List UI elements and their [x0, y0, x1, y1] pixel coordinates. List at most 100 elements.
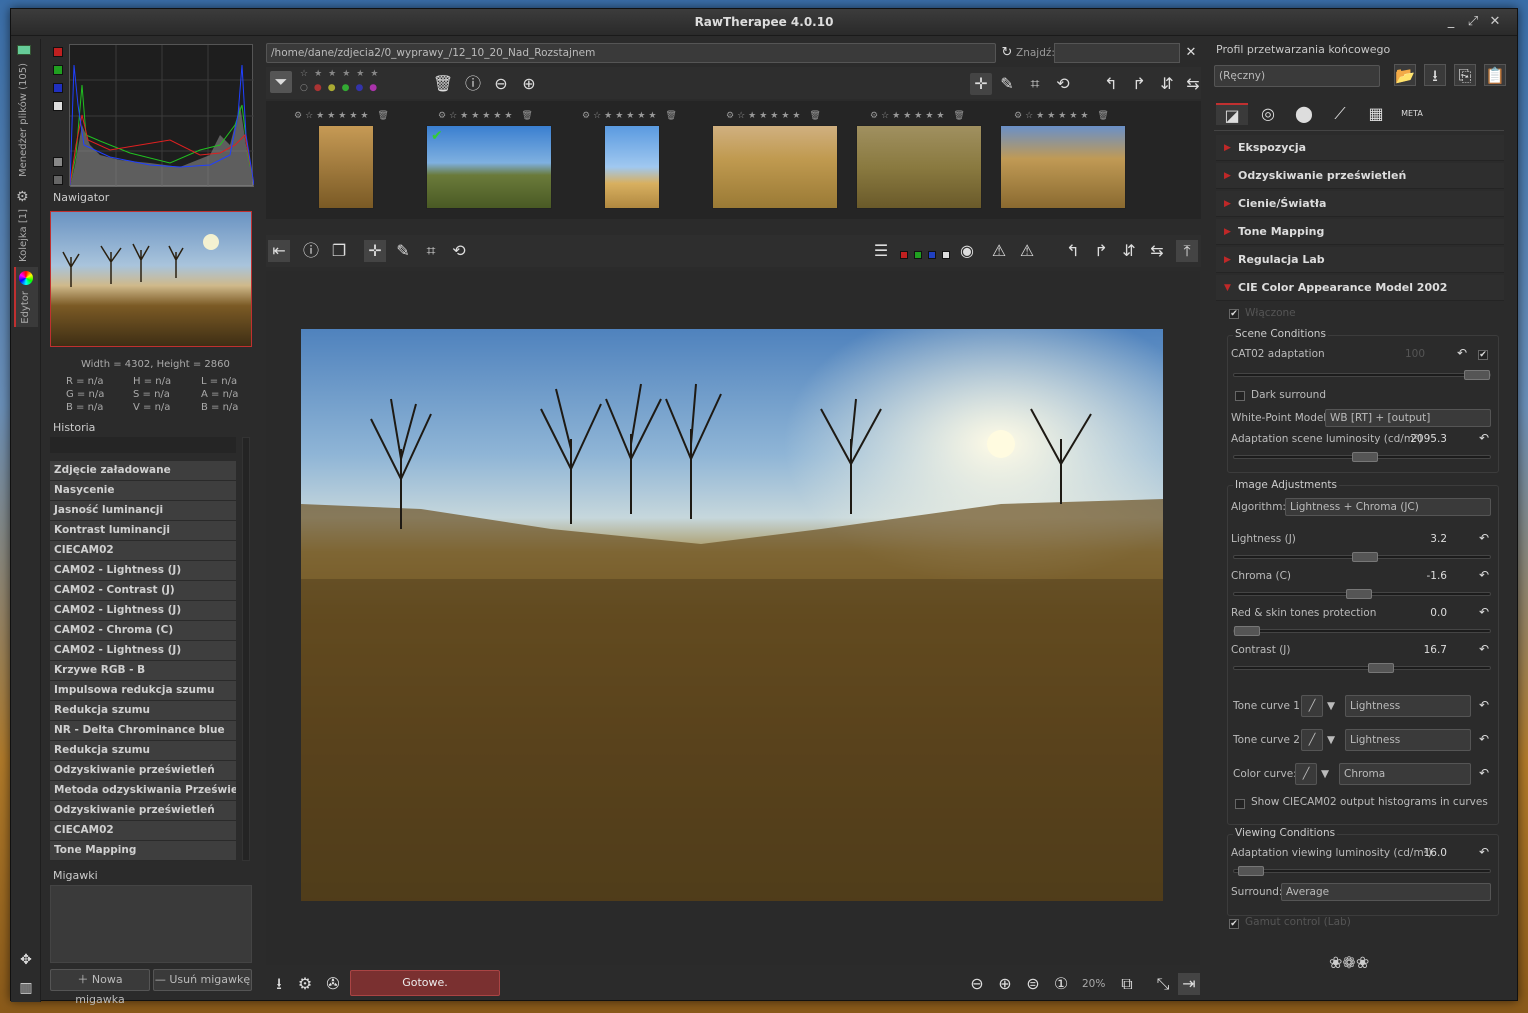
- gamut-control-checkbox[interactable]: ✔: [1229, 919, 1239, 929]
- section-exposure[interactable]: ▶ Ekspozycja: [1216, 135, 1504, 161]
- rank-filter-stars[interactable]: ☆★★★★★: [300, 69, 384, 79]
- zoom-out-icon[interactable]: ⊖: [490, 73, 512, 95]
- chevron-down-icon[interactable]: ▼: [1327, 700, 1335, 712]
- paste-profile-icon[interactable]: 📋: [1484, 64, 1506, 86]
- external-editor-icon[interactable]: ✇: [322, 973, 344, 995]
- close-button[interactable]: ✕: [1487, 14, 1503, 30]
- color-label-filter[interactable]: ○●●●●●: [300, 83, 383, 93]
- hide-left-panel-icon[interactable]: ⇤: [268, 240, 290, 262]
- chroma-slider[interactable]: [1233, 589, 1491, 599]
- white-point-select[interactable]: WB [RT] + [output]: [1325, 409, 1491, 427]
- snapshots-list[interactable]: [50, 885, 252, 963]
- focus-mask-icon[interactable]: ◉: [956, 240, 978, 262]
- rotate-left-icon[interactable]: ↰: [1062, 240, 1084, 262]
- new-detail-window-icon[interactable]: ⧉: [1116, 973, 1138, 995]
- maximize-button[interactable]: ⤢: [1465, 14, 1481, 30]
- thumb-rank[interactable]: ⚙☆★★★★★ 🗑: [726, 111, 824, 121]
- chevron-down-icon[interactable]: ▼: [1321, 768, 1329, 780]
- path-field[interactable]: /home/dane/zdjecia2/0_wyprawy_/12_10_20_…: [266, 43, 996, 63]
- slider-knob[interactable]: [1368, 663, 1394, 673]
- find-input[interactable]: [1054, 43, 1180, 63]
- viewing-luminosity-slider[interactable]: [1233, 866, 1491, 876]
- save-profile-icon[interactable]: ⭳: [1424, 64, 1446, 86]
- history-item[interactable]: CAM02 - Contrast (J): [50, 581, 236, 601]
- straighten-icon[interactable]: ⟲: [1052, 73, 1074, 95]
- history-item[interactable]: Tone Mapping: [50, 841, 236, 861]
- history-item[interactable]: Metoda odzyskiwania Prześwietleń: [50, 781, 236, 801]
- section-shadows-highlights[interactable]: ▶ Cienie/Światła: [1216, 191, 1504, 217]
- curve-edit-icon[interactable]: ╱: [1295, 763, 1317, 785]
- wb-picker-icon[interactable]: ✎: [392, 240, 414, 262]
- history-item[interactable]: Impulsowa redukcja szumu: [50, 681, 236, 701]
- history-item[interactable]: Redukcja szumu: [50, 701, 236, 721]
- reset-icon[interactable]: ↶: [1479, 431, 1489, 445]
- history-item[interactable]: CAM02 - Lightness (J): [50, 561, 236, 581]
- cat02-auto-checkbox[interactable]: ✔: [1478, 350, 1488, 360]
- contrast-slider[interactable]: [1233, 663, 1491, 673]
- viewing-luminosity-value[interactable]: 16.0: [1407, 847, 1447, 859]
- slider-knob[interactable]: [1464, 370, 1490, 380]
- history-scrollbar[interactable]: [242, 437, 250, 861]
- shadow-clip-warning-icon[interactable]: ⚠: [988, 240, 1010, 262]
- blue-channel-toggle[interactable]: [53, 83, 63, 93]
- slider-knob[interactable]: [1346, 589, 1372, 599]
- tab-file-browser[interactable]: Menedżer plików (105): [14, 43, 38, 193]
- move-icon[interactable]: ✥: [15, 949, 37, 971]
- contrast-value[interactable]: 16.7: [1407, 644, 1447, 656]
- zoom-in-icon[interactable]: ⊕: [518, 73, 540, 95]
- reset-icon[interactable]: ↶: [1479, 531, 1489, 545]
- history-item[interactable]: Redukcja szumu: [50, 741, 236, 761]
- surround-select[interactable]: Average: [1281, 883, 1491, 901]
- hand-tool-icon[interactable]: ✛: [970, 73, 992, 95]
- thumb-rank[interactable]: ⚙☆★★★★★ 🗑: [582, 111, 680, 121]
- highlight-clip-warning-icon[interactable]: ⚠: [1016, 240, 1038, 262]
- exposure-tab-icon[interactable]: ◪: [1216, 103, 1248, 125]
- flip-vertical-icon[interactable]: ⇵: [1156, 73, 1178, 95]
- red-skin-value[interactable]: 0.0: [1407, 607, 1447, 619]
- history-item[interactable]: NR - Delta Chrominance blue: [50, 721, 236, 741]
- history-item[interactable]: CAM02 - Lightness (J): [50, 641, 236, 661]
- filmstrip-icon[interactable]: ▥: [15, 977, 37, 999]
- histogram-bar-toggle[interactable]: [53, 175, 63, 185]
- history-item[interactable]: Zdjęcie załadowane: [50, 461, 236, 481]
- color-curve-select[interactable]: Chroma: [1339, 763, 1471, 785]
- section-highlight-recovery[interactable]: ▶ Odzyskiwanie prześwietleń: [1216, 163, 1504, 189]
- reset-icon[interactable]: ↶: [1457, 346, 1467, 360]
- rotate-right-icon[interactable]: ↱: [1090, 240, 1112, 262]
- curve-edit-icon[interactable]: ╱: [1301, 695, 1323, 717]
- navigator-preview[interactable]: [50, 211, 252, 347]
- histogram-mode-toggle[interactable]: [53, 157, 63, 167]
- cat02-slider[interactable]: [1233, 370, 1491, 380]
- info-icon[interactable]: ⓘ: [462, 73, 484, 95]
- history-item[interactable]: CIECAM02: [50, 541, 236, 561]
- thumbnail[interactable]: [856, 125, 982, 209]
- minimize-button[interactable]: _: [1443, 14, 1459, 30]
- zoom-fit-icon[interactable]: ⊜: [1022, 973, 1044, 995]
- tone-curve-1-select[interactable]: Lightness: [1345, 695, 1471, 717]
- reset-icon[interactable]: ↶: [1479, 568, 1489, 582]
- wb-picker-icon[interactable]: ✎: [996, 73, 1018, 95]
- algorithm-select[interactable]: Lightness + Chroma (JC): [1285, 498, 1491, 516]
- flip-vertical-icon[interactable]: ⇵: [1118, 240, 1140, 262]
- red-skin-slider[interactable]: [1233, 626, 1491, 636]
- thumbnail-selected[interactable]: ✔: [426, 125, 552, 209]
- before-after-icon[interactable]: ❐: [328, 240, 350, 262]
- trash-icon[interactable]: 🗑: [432, 73, 454, 95]
- delete-snapshot-button[interactable]: — Usuń migawkę: [153, 969, 252, 991]
- hide-top-panel-icon[interactable]: ⤒: [1176, 240, 1198, 262]
- section-lab-adjustments[interactable]: ▶ Regulacja Lab: [1216, 247, 1504, 273]
- slider-knob[interactable]: [1352, 552, 1378, 562]
- thumbnail[interactable]: [1000, 125, 1126, 209]
- history-item[interactable]: CIECAM02: [50, 821, 236, 841]
- hand-tool-icon[interactable]: ✛: [364, 240, 386, 262]
- preview-blue-toggle[interactable]: [928, 251, 936, 259]
- chroma-value[interactable]: -1.6: [1407, 570, 1448, 582]
- flip-horizontal-icon[interactable]: ⇆: [1182, 73, 1204, 95]
- thumb-rank[interactable]: ⚙☆★★★★★ 🗑: [1014, 111, 1112, 121]
- history-item[interactable]: Nasycenie: [50, 481, 236, 501]
- slider-knob[interactable]: [1234, 626, 1260, 636]
- flip-horizontal-icon[interactable]: ⇆: [1146, 240, 1168, 262]
- green-channel-toggle[interactable]: [53, 65, 63, 75]
- zoom-in-icon[interactable]: ⊕: [994, 973, 1016, 995]
- luminance-toggle[interactable]: [53, 101, 63, 111]
